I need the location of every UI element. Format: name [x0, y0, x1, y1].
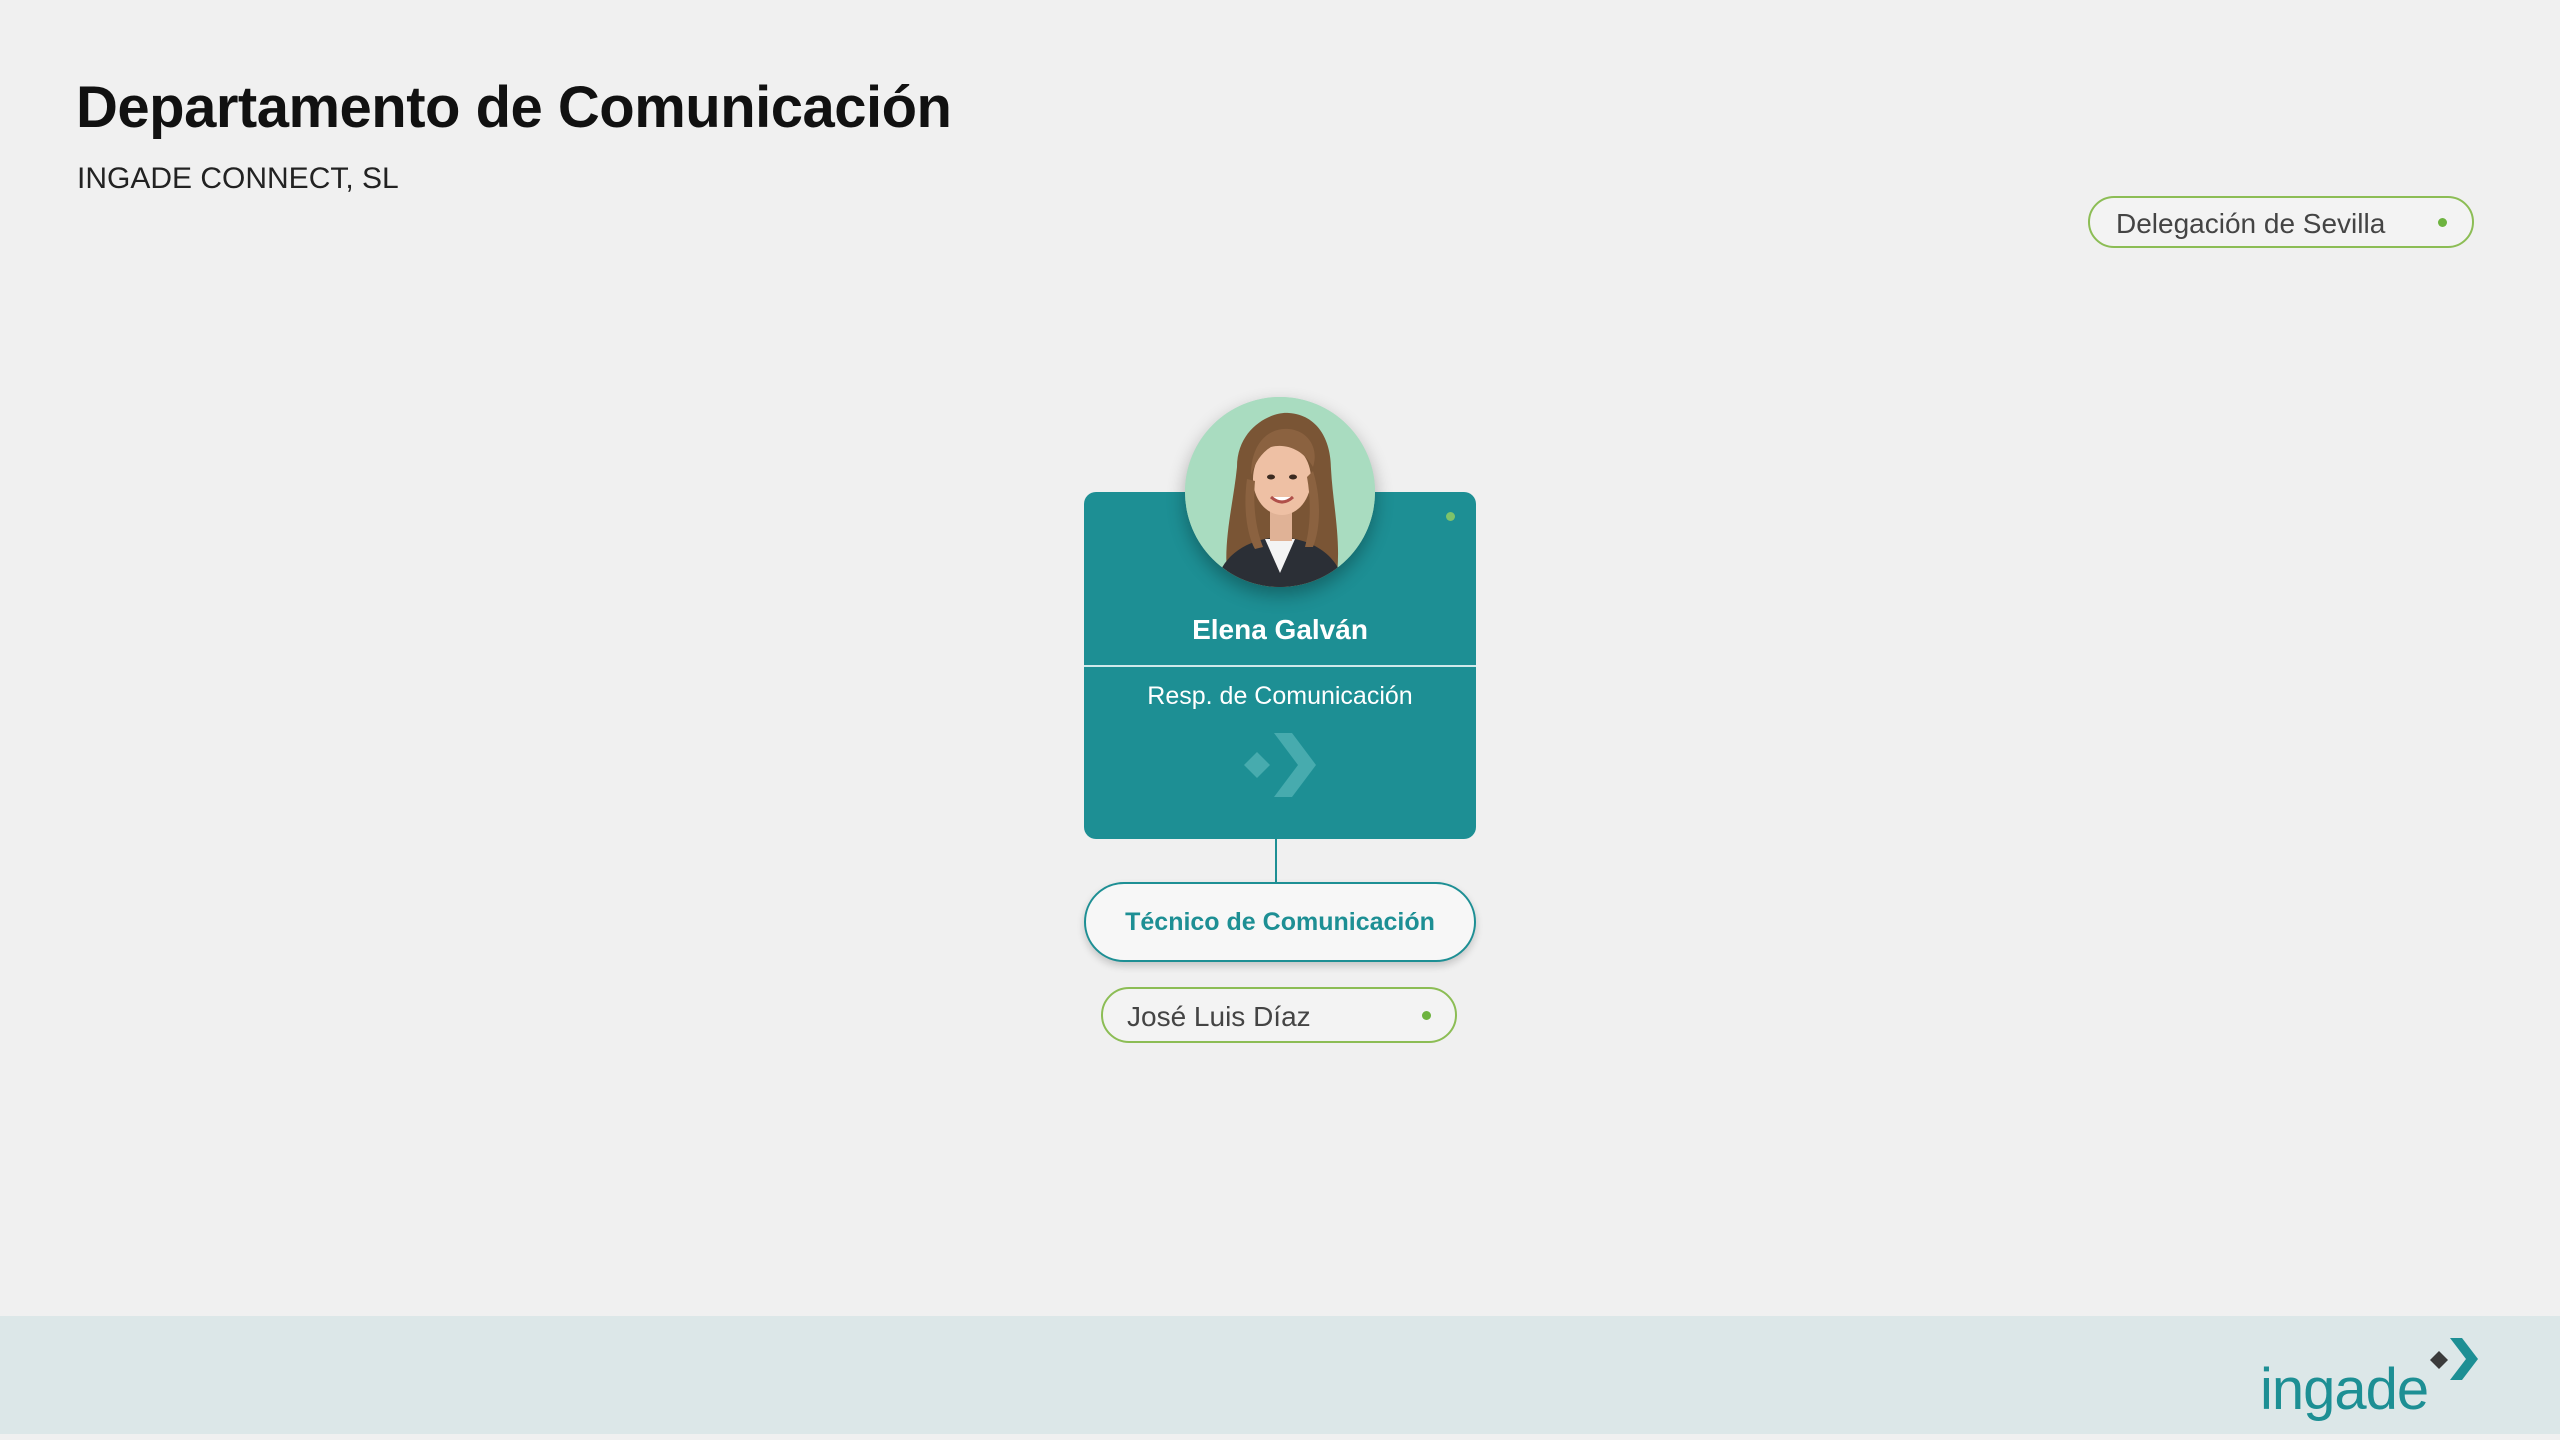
ingade-arrow-icon: [1244, 733, 1316, 797]
company-name: INGADE CONNECT, SL: [77, 162, 399, 195]
avatar-photo: [1185, 397, 1375, 587]
org-chart-page: Departamento de Comunicación INGADE CONN…: [0, 0, 2560, 1440]
hierarchy-connector: [1275, 839, 1277, 883]
brand-wordmark: ingade: [2260, 1357, 2429, 1422]
manager-role: Resp. de Comunicación: [1147, 682, 1413, 710]
brand-logo: ingade: [2260, 1336, 2490, 1426]
status-dot-icon: [1446, 512, 1455, 521]
ingade-arrow-icon: [2430, 1338, 2478, 1380]
team-role-node[interactable]: Técnico de Comunicación: [1084, 882, 1476, 962]
manager-name: Elena Galván: [1192, 614, 1368, 645]
team-role-label: Técnico de Comunicación: [1125, 908, 1435, 936]
team-member[interactable]: José Luis Díaz: [1101, 987, 1457, 1043]
status-dot-icon: [2438, 218, 2447, 227]
team-member-name: José Luis Díaz: [1127, 1001, 1311, 1032]
card-divider: [1084, 665, 1476, 667]
location-label: Delegación de Sevilla: [2116, 208, 2386, 239]
footer-band: [0, 1316, 2560, 1434]
location-tag[interactable]: Delegación de Sevilla: [2088, 196, 2474, 248]
page-title: Departamento de Comunicación: [76, 75, 952, 140]
status-dot-icon: [1422, 1011, 1431, 1020]
avatar: [1185, 397, 1375, 587]
